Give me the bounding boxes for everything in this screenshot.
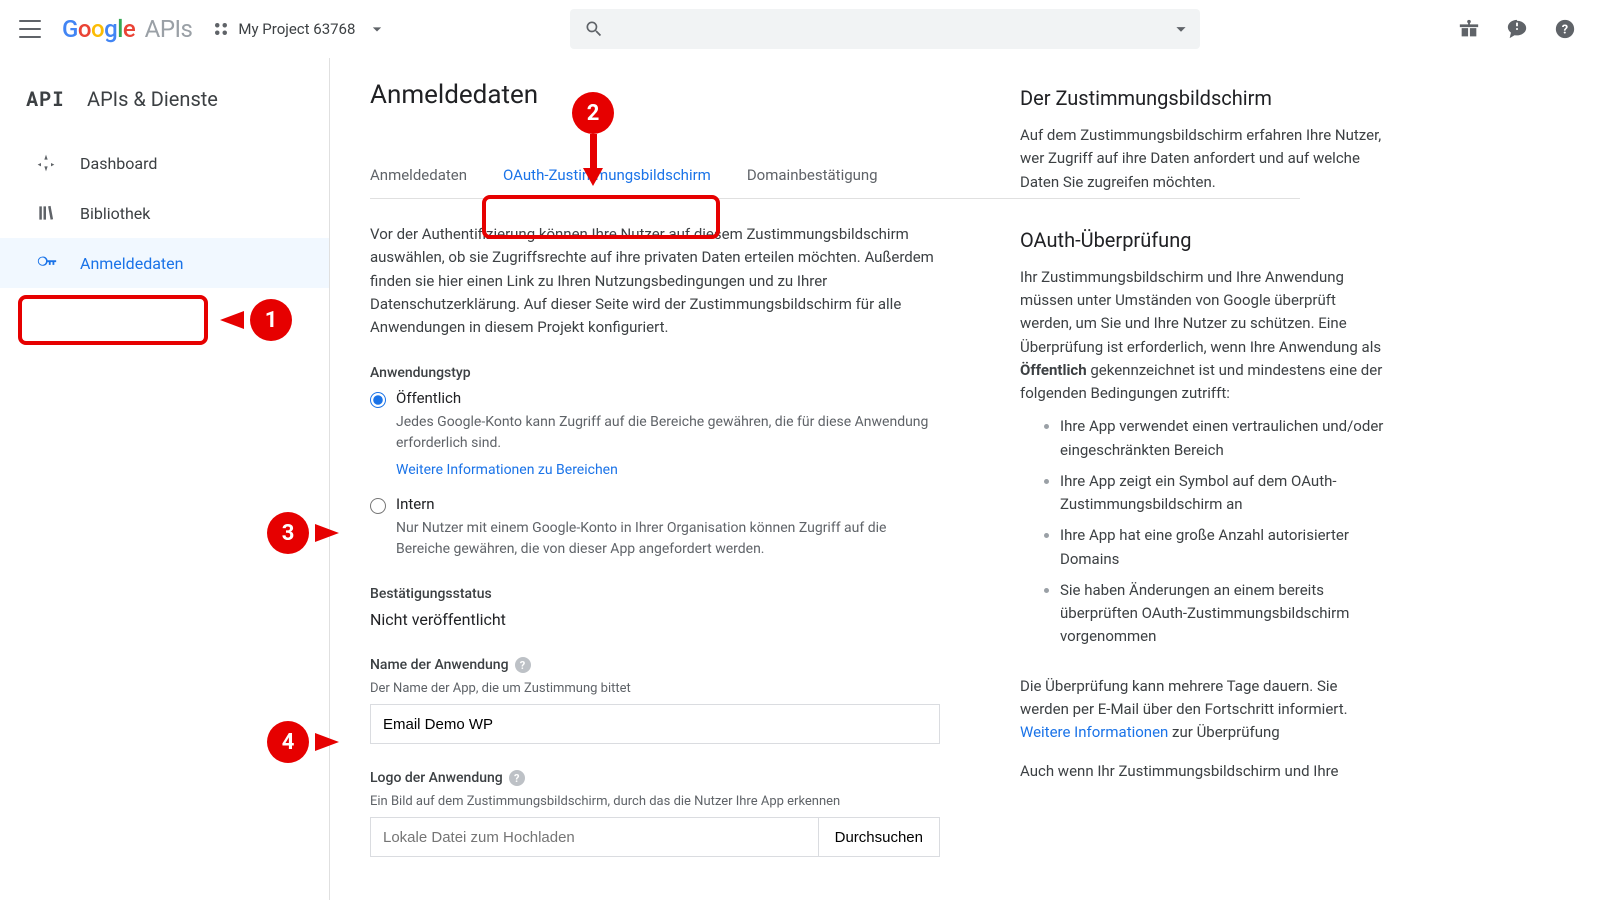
sidebar-header: API APIs & Dienste xyxy=(0,68,329,130)
help-icon[interactable]: ? xyxy=(1554,18,1576,40)
app-logo-help: Ein Bild auf dem Zustimmungsbildschirm, … xyxy=(370,794,940,809)
dashboard-icon xyxy=(36,153,56,173)
radio-internal-desc: Nur Nutzer mit einem Google-Konto in Ihr… xyxy=(396,518,940,560)
list-item: Sie haben Änderungen an einem bereits üb… xyxy=(1060,579,1390,649)
chevron-down-icon xyxy=(367,19,387,39)
radio-public-desc: Jedes Google-Konto kann Zugriff auf die … xyxy=(396,412,940,454)
sidebar-item-dashboard[interactable]: Dashboard xyxy=(0,138,329,188)
sidebar-item-label: Dashboard xyxy=(80,154,157,173)
sidebar-item-library[interactable]: Bibliothek xyxy=(0,188,329,238)
app-logo-heading: Logo der Anwendung ? xyxy=(370,770,940,786)
sidebar-item-label: Bibliothek xyxy=(80,204,150,223)
right-heading-consent: Der Zustimmungsbildschirm xyxy=(1020,86,1390,110)
project-icon xyxy=(212,20,230,38)
google-apis-logo: Google APIs xyxy=(62,15,192,43)
sidebar-item-label: Anmeldedaten xyxy=(80,254,183,273)
radio-internal-label: Intern xyxy=(396,495,435,513)
project-selector[interactable]: My Project 63768 xyxy=(212,19,387,39)
scopes-info-link[interactable]: Weitere Informationen zu Bereichen xyxy=(396,462,618,478)
search-box[interactable] xyxy=(570,9,1200,49)
radio-public-label: Öffentlich xyxy=(396,389,461,407)
gift-icon[interactable] xyxy=(1458,18,1480,40)
search-filter-dropdown-icon[interactable] xyxy=(1170,18,1192,40)
search-icon xyxy=(584,19,604,39)
radio-internal[interactable] xyxy=(370,498,386,514)
right-verification-duration: Die Überprüfung kann mehrere Tage dauern… xyxy=(1020,675,1390,745)
sidebar-title: APIs & Dienste xyxy=(87,87,218,111)
tab-credentials[interactable]: Anmeldedaten xyxy=(370,156,467,198)
app-type-heading: Anwendungstyp xyxy=(370,365,940,381)
list-item: Ihre App hat eine große Anzahl autorisie… xyxy=(1060,524,1390,571)
status-heading: Bestätigungsstatus xyxy=(370,586,940,602)
right-consent-text: Auf dem Zustimmungsbildschirm erfahren I… xyxy=(1020,124,1390,194)
list-item: Ihre App verwendet einen vertraulichen u… xyxy=(1060,415,1390,462)
key-icon xyxy=(36,252,58,274)
app-name-input[interactable] xyxy=(370,704,940,744)
page-title: Anmeldedaten xyxy=(370,80,940,110)
announcements-icon[interactable] xyxy=(1506,18,1528,40)
list-item: Ihre App zeigt ein Symbol auf dem OAuth-… xyxy=(1060,470,1390,517)
project-name: My Project 63768 xyxy=(238,20,355,38)
app-logo-path-input[interactable] xyxy=(370,817,818,857)
right-oauth-text: Ihr Zustimmungsbildschirm und Ihre Anwen… xyxy=(1020,266,1390,406)
tab-domain-verification[interactable]: Domainbestätigung xyxy=(747,156,878,198)
intro-text: Vor der Authentifizierung können Ihre Nu… xyxy=(370,223,940,339)
api-badge: API xyxy=(26,86,65,112)
browse-button[interactable]: Durchsuchen xyxy=(818,817,940,857)
right-truncated-text: Auch wenn Ihr Zustimmungsbildschirm und … xyxy=(1020,760,1390,783)
menu-icon[interactable] xyxy=(18,17,42,41)
verification-conditions: Ihre App verwendet einen vertraulichen u… xyxy=(1020,415,1390,648)
status-value: Nicht veröffentlicht xyxy=(370,610,940,629)
radio-public[interactable] xyxy=(370,392,386,408)
app-name-heading: Name der Anwendung ? xyxy=(370,657,940,673)
sidebar-item-credentials[interactable]: Anmeldedaten xyxy=(0,238,329,288)
library-icon xyxy=(36,203,56,223)
more-info-link[interactable]: Weitere Informationen xyxy=(1020,723,1168,741)
search-input[interactable] xyxy=(610,21,1170,38)
help-icon[interactable]: ? xyxy=(515,657,531,673)
tab-oauth-consent[interactable]: OAuth-Zustimmungsbildschirm xyxy=(503,156,711,198)
help-icon[interactable]: ? xyxy=(509,770,525,786)
right-heading-oauth: OAuth-Überprüfung xyxy=(1020,228,1390,252)
svg-text:?: ? xyxy=(1562,23,1568,38)
app-name-help: Der Name der App, die um Zustimmung bitt… xyxy=(370,681,940,696)
